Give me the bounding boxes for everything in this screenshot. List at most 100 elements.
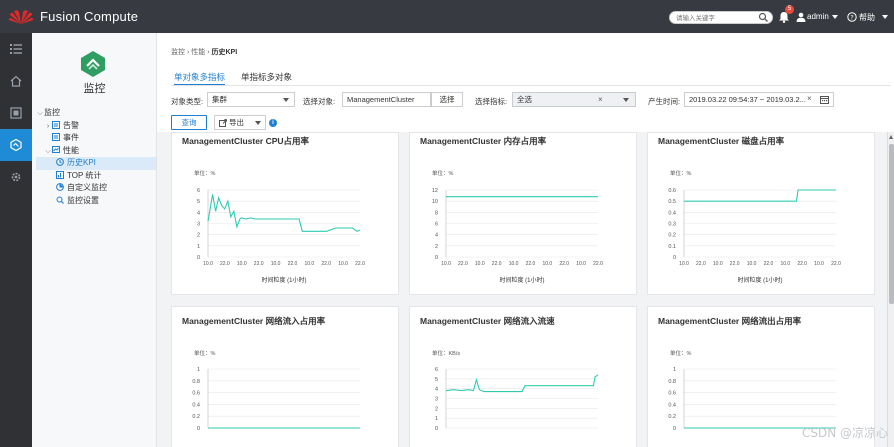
chart-y-tick-label: 5	[197, 199, 200, 205]
tree-item-history-kpi[interactable]: 历史KPI	[36, 157, 156, 170]
tree-item-custom-monitor[interactable]: 自定义监控	[36, 182, 156, 195]
chart-card: ManagementCluster CPU占用率 单位：% 6 5 4 3 2 1 0 10.0…	[171, 132, 399, 295]
chart-grid: ManagementCluster CPU占用率 单位：% 6 5 4 3 2 1 0 10.0…	[157, 132, 887, 447]
info-icon[interactable]: i	[269, 119, 277, 127]
chart-y-tick-label: 1	[435, 416, 438, 422]
chart-y-tick-label: 0.2	[668, 233, 676, 239]
chart-y-tick-label: 6	[197, 188, 200, 194]
chart-x-tick-label: 22.0	[458, 261, 468, 267]
clear-icon[interactable]: ×	[598, 93, 603, 106]
chart-y-tick-label: 0.8	[192, 379, 200, 385]
chevron-down-icon[interactable]	[283, 98, 289, 102]
scrollbar-thumb[interactable]	[889, 144, 894, 304]
chart-y-tick-label: 0	[673, 426, 676, 432]
scroll-up-icon[interactable]	[889, 135, 893, 139]
chart-y-tick-label: 8	[435, 210, 438, 216]
chart-card: ManagementCluster 网络流入流速 单位：KB/s 6 5 4 3 2 1 0	[409, 306, 637, 447]
search-input[interactable]	[676, 13, 756, 23]
chart-x-tick-label: 22.0	[831, 261, 841, 267]
history-kpi-icon	[56, 158, 64, 166]
chart-x-tick-label: 22.0	[730, 261, 740, 267]
chart-x-tick-label: 22.0	[593, 261, 603, 267]
chart-unit-label: 单位：%	[670, 169, 692, 177]
chevron-down-icon[interactable]	[623, 98, 629, 102]
chart-y-tick-label: 0.4	[668, 210, 676, 216]
clear-time-icon[interactable]: ×	[807, 94, 812, 103]
chart-x-tick-label: 10.0	[203, 261, 213, 267]
chart-svg: 单位：%0.60.50.40.30.20.1010.0 22.0 10.0 22.0 1…	[668, 169, 841, 284]
chart-y-tick-label: 6	[435, 367, 438, 373]
main-content: 监控 › 性能 › 历史KPI 单对象多指标 单指标多对象 对象类型: 集群 选…	[157, 33, 894, 447]
chart-x-tick-label: 22.0	[696, 261, 706, 267]
svg-text:?: ?	[850, 13, 853, 21]
chevron-down-icon[interactable]	[832, 15, 838, 19]
tree-item-event[interactable]: 事件	[36, 132, 156, 145]
chevron-down-icon[interactable]	[255, 121, 261, 125]
chart-x-tick-label: 10.0	[780, 261, 790, 267]
chart-x-tick-label: 22.0	[797, 261, 807, 267]
chart-x-tick-label: 10.0	[441, 261, 451, 267]
time-label: 产生时间:	[648, 97, 681, 106]
chart-y-tick-label: 4	[435, 233, 438, 239]
nav-panel: 监控 ⌵监控 › 告警 事件 ⌵ 性能 历史KPI TOP 统计 自定义监控 监控设…	[32, 33, 157, 447]
alarm-icon	[52, 120, 60, 129]
top-stats-icon	[56, 170, 64, 179]
search-icon[interactable]	[758, 12, 769, 23]
tree-item-top-stats[interactable]: TOP 统计	[36, 170, 156, 183]
chart-y-tick-label: 2	[435, 406, 438, 412]
object-type-label: 对象类型:	[171, 97, 204, 106]
event-icon	[52, 133, 60, 141]
filter-bar: 对象类型: 集群 选择对象: ManagementCluster 选择 选择指标…	[157, 90, 894, 112]
vertical-scrollbar[interactable]	[887, 132, 894, 447]
query-button[interactable]: 查询	[171, 115, 207, 130]
chart-y-tick-label: 0.4	[192, 402, 200, 408]
rail-home-button[interactable]	[0, 65, 32, 97]
chart-x-tick-label: 22.0	[559, 261, 569, 267]
help-menu[interactable]: 帮助	[859, 12, 875, 23]
chart-card: ManagementCluster 磁盘占用率 单位：% 0.6 0.5 0.4 0.3…	[647, 132, 875, 295]
chart-x-tick-label: 10.0	[338, 261, 348, 267]
username-menu[interactable]: admin	[807, 12, 829, 21]
tree-item-monitor-settings[interactable]: 监控设置	[36, 195, 156, 208]
top-bar: Fusion Compute 5 admin ? 帮助	[0, 0, 894, 33]
export-button[interactable]: 导出	[214, 115, 266, 130]
chart-y-tick-label: 2	[197, 233, 200, 239]
chart-y-tick-label: 0.6	[192, 391, 200, 397]
rail-monitor-button[interactable]	[0, 129, 32, 161]
breadcrumb-item[interactable]: 监控	[171, 49, 185, 56]
chart-y-tick-label: 1	[673, 367, 676, 373]
tree-item-alarm[interactable]: › 告警	[36, 120, 156, 133]
select-object-button[interactable]: 选择	[431, 92, 463, 107]
chart-y-tick-label: 3	[197, 222, 200, 228]
chevron-down-icon[interactable]	[882, 15, 888, 19]
tree-item-monitor[interactable]: ⌵监控	[36, 107, 156, 120]
select-object-field[interactable]: ManagementCluster	[342, 92, 431, 107]
breadcrumb-item[interactable]: 性能	[191, 49, 205, 56]
calendar-icon[interactable]	[820, 95, 829, 104]
chart-y-tick-label: 0.4	[668, 402, 676, 408]
object-type-select[interactable]: 集群	[207, 92, 295, 107]
custom-monitor-icon	[56, 183, 64, 191]
nav-tree: ⌵监控 › 告警 事件 ⌵ 性能 历史KPI TOP 统计 自定义监控 监控设置	[36, 107, 156, 207]
chart-y-tick-label: 10	[432, 199, 438, 205]
chart-y-tick-label: 4	[435, 387, 438, 393]
rail-list-button[interactable]	[0, 33, 32, 65]
tab-single-object-multi-metric[interactable]: 单对象多指标	[174, 70, 226, 86]
rail-resources-button[interactable]	[0, 97, 32, 129]
chart-y-tick-label: 0.3	[668, 222, 676, 228]
rail-settings-button[interactable]	[0, 161, 32, 193]
tree-item-performance[interactable]: ⌵ 性能	[36, 145, 156, 158]
chart-y-tick-label: 2	[435, 244, 438, 250]
select-metric-select[interactable]: 全选 ×	[512, 92, 636, 107]
help-icon[interactable]: ?	[847, 12, 857, 22]
chart-svg: 单位：% 1 0.8 0.6 0.4 0.2 0	[192, 349, 360, 432]
chart-card: ManagementCluster 网络流入占用率 单位：% 1 0.8 0.6 0.4…	[171, 306, 399, 447]
tab-single-metric-multi-object[interactable]: 单指标多对象	[241, 70, 292, 86]
chart-card: ManagementCluster 内存占用率 单位：% 12 10 8 6 4 2 0 10.…	[409, 132, 637, 295]
chart-y-tick-label: 0	[197, 255, 200, 261]
chart-y-tick-label: 12	[432, 188, 438, 194]
export-icon	[219, 119, 227, 127]
chart-x-tick-label: 10.0	[747, 261, 757, 267]
user-icon[interactable]	[796, 12, 806, 22]
search-box[interactable]	[669, 11, 773, 24]
